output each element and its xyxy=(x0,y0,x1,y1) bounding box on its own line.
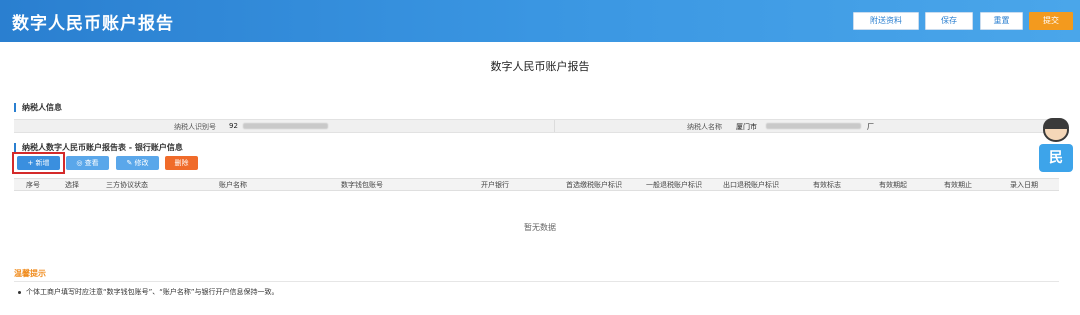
app-header: 数字人民币账户报告 附送资料 保存 重置 提交 xyxy=(0,0,1080,42)
taxpayer-id-value: 92 xyxy=(229,122,238,130)
assistant-chat-button[interactable]: 民 xyxy=(1039,144,1073,172)
taxpayer-name-label: 纳税人名称 xyxy=(687,123,722,131)
taxpayer-section-title: 纳税人信息 xyxy=(14,103,62,112)
taxpayer-name-suffix: 厂 xyxy=(867,123,874,131)
column-header[interactable]: 选择 xyxy=(65,180,79,190)
add-button[interactable]: + 新增 xyxy=(17,156,60,170)
tip-item: 个体工商户填写时应注意“数字钱包账号”、“账户名称”与银行开户信息保持一致。 xyxy=(18,287,279,297)
column-header[interactable]: 有效标志 xyxy=(813,180,841,190)
column-header[interactable]: 首选缴税账户标识 xyxy=(566,180,622,190)
column-header[interactable]: 三方协议状态 xyxy=(106,180,148,190)
edit-button[interactable]: ✎ 修改 xyxy=(116,156,159,170)
tips-divider xyxy=(14,281,1059,282)
column-header[interactable]: 有效期止 xyxy=(944,180,972,190)
account-table-header: 序号 选择 三方协议状态 账户名称 数字钱包账号 开户银行 首选缴税账户标识 一… xyxy=(14,178,1059,191)
attach-documents-button[interactable]: 附送资料 xyxy=(853,12,919,30)
info-divider xyxy=(554,120,555,132)
column-header[interactable]: 序号 xyxy=(26,180,40,190)
column-header[interactable]: 录入日期 xyxy=(1010,180,1038,190)
bullet-icon xyxy=(18,290,21,294)
taxpayer-name-value: 厦门市 xyxy=(736,123,757,131)
column-header[interactable]: 数字钱包账号 xyxy=(341,180,383,190)
assistant-widget[interactable]: 民 xyxy=(1039,118,1073,172)
submit-button[interactable]: 提交 xyxy=(1029,12,1073,30)
tips-title: 温馨提示 xyxy=(14,269,46,278)
column-header[interactable]: 一般退税账户标识 xyxy=(646,180,702,190)
redacted-name xyxy=(766,123,861,129)
assistant-hair xyxy=(1043,118,1069,129)
reset-button[interactable]: 重置 xyxy=(980,12,1023,30)
column-header[interactable]: 出口退税账户标识 xyxy=(723,180,779,190)
empty-table-message: 暂无数据 xyxy=(524,223,556,232)
page-title: 数字人民币账户报告 xyxy=(490,60,590,73)
column-header[interactable]: 开户银行 xyxy=(481,180,509,190)
save-button[interactable]: 保存 xyxy=(925,12,973,30)
view-button[interactable]: ◎ 查看 xyxy=(66,156,109,170)
tip-item-text: 个体工商户填写时应注意“数字钱包账号”、“账户名称”与银行开户信息保持一致。 xyxy=(26,288,279,296)
column-header[interactable]: 有效期起 xyxy=(879,180,907,190)
taxpayer-id-label: 纳税人识别号 xyxy=(174,123,216,131)
app-title: 数字人民币账户报告 xyxy=(12,14,174,34)
taxpayer-info-row: 纳税人识别号 92 纳税人名称 厦门市 厂 xyxy=(14,119,1054,133)
account-section-title: 纳税人数字人民币账户报告表 - 银行账户信息 xyxy=(14,143,183,152)
delete-button[interactable]: 删除 xyxy=(165,156,198,170)
redacted-id xyxy=(243,123,328,129)
column-header[interactable]: 账户名称 xyxy=(219,180,247,190)
